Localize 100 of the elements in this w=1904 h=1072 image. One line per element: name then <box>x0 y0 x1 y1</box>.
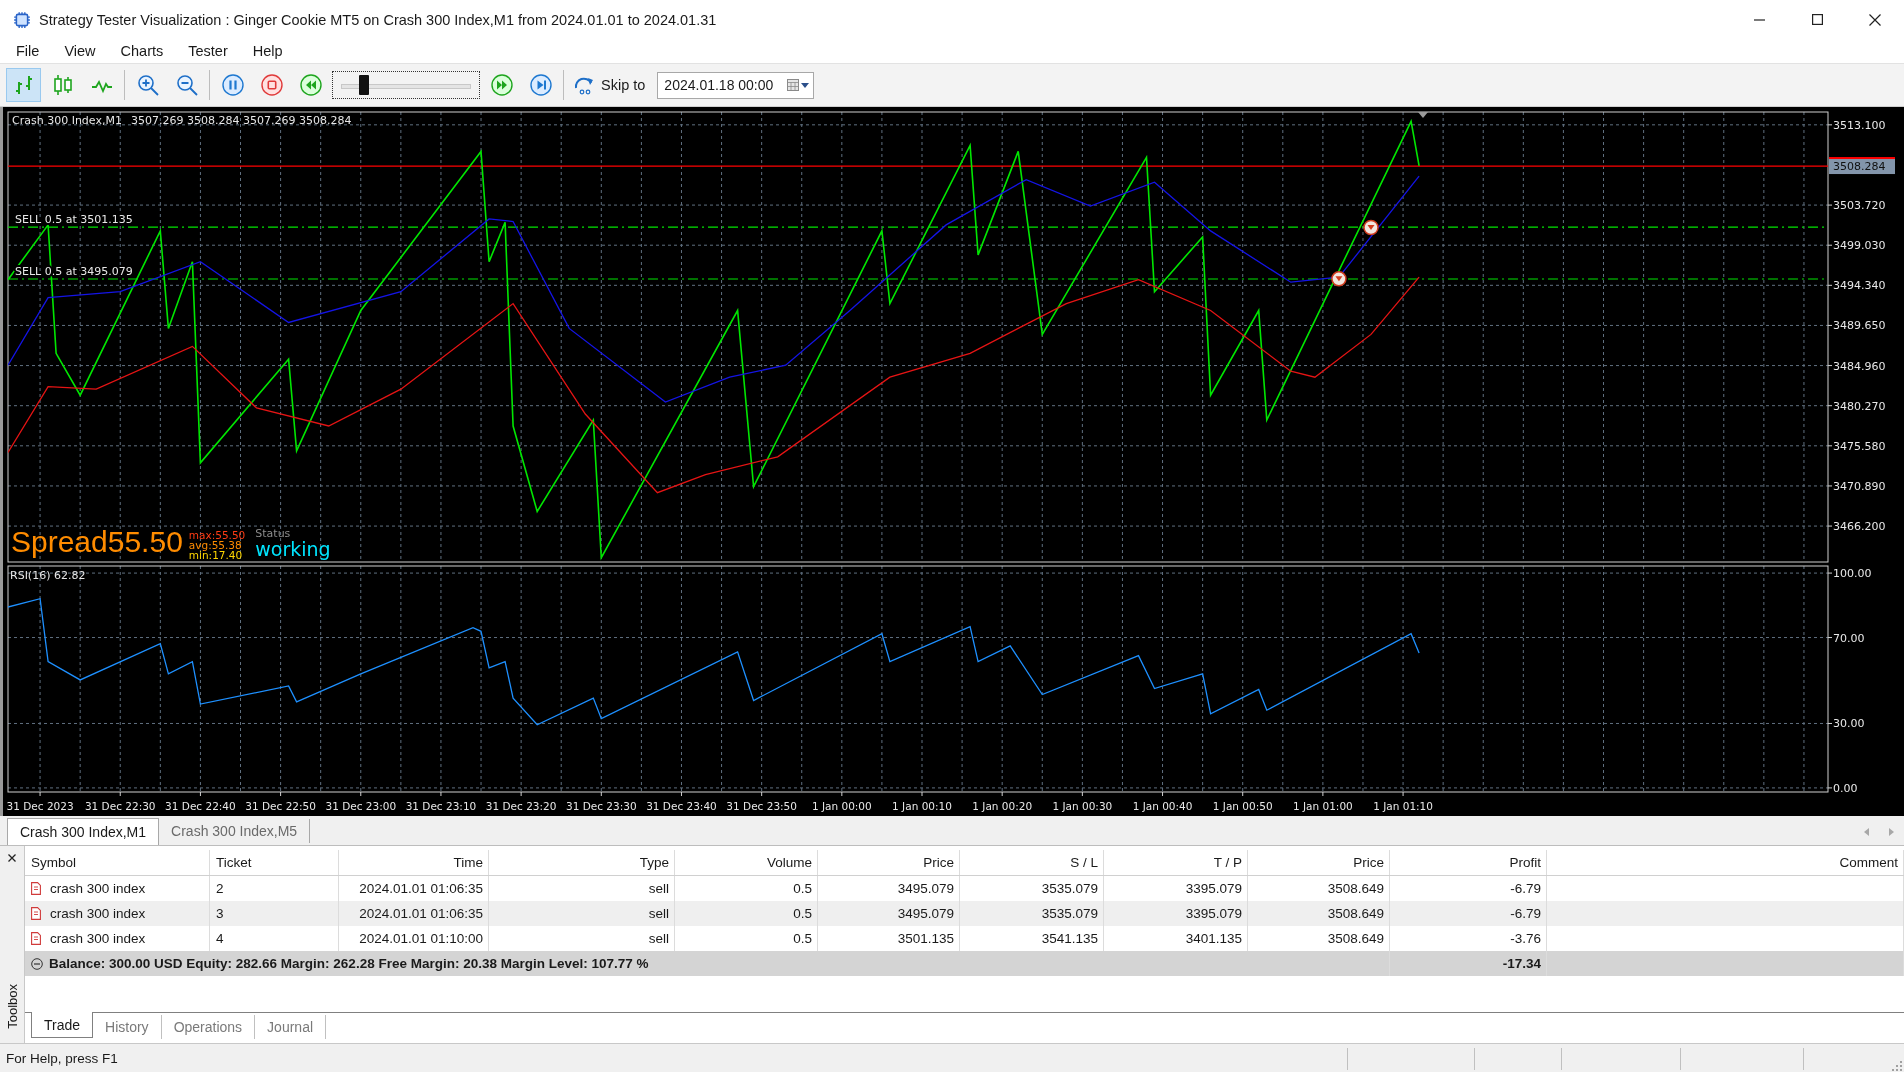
column-header[interactable]: Time <box>453 855 483 870</box>
table-cell: 2024.01.01 01:06:35 <box>359 906 483 921</box>
calendar-icon <box>787 79 800 91</box>
slider-thumb[interactable] <box>359 75 370 95</box>
total-profit: -17.34 <box>1502 956 1541 971</box>
collapse-icon[interactable] <box>31 957 43 970</box>
spread-stat: min:17.40 <box>188 550 244 560</box>
column-header[interactable]: Profit <box>1509 855 1541 870</box>
pause-icon <box>221 74 244 96</box>
zoom-in-icon <box>136 74 159 96</box>
stop-icon <box>260 74 283 96</box>
table-cell: 3541.135 <box>1041 931 1098 946</box>
price-axis-label: 3480.270 <box>1833 399 1886 413</box>
chip-icon <box>13 10 31 29</box>
ohlc-values: 3507.269 3508.284 3507.269 3508.284 <box>131 114 352 127</box>
table-cell: 3535.079 <box>1041 881 1098 896</box>
caret-icon <box>801 82 810 88</box>
scroll-right-icon[interactable] <box>1889 828 1894 836</box>
triangle-marker-icon <box>1418 112 1428 118</box>
ref-line-label: 3508.284 <box>1833 160 1886 174</box>
table-cell: 3501.135 <box>897 931 954 946</box>
date-field[interactable]: 2024.01.18 00:00 <box>657 71 815 99</box>
chart-tab[interactable]: Crash 300 Index,M1 <box>7 818 160 845</box>
table-cell: 0.5 <box>793 881 812 896</box>
close-icon <box>8 854 16 862</box>
chart-type-button[interactable] <box>6 68 41 102</box>
table-cell: sell <box>648 906 669 921</box>
close-icon <box>1869 13 1881 26</box>
menu-item[interactable]: Tester <box>182 41 234 61</box>
table-cell: 4 <box>216 931 224 946</box>
maximize-icon <box>1811 14 1823 25</box>
fast-forward-icon <box>490 74 513 96</box>
panel-tab[interactable]: Journal <box>255 1015 327 1039</box>
candlestick-icon <box>51 74 74 96</box>
table-cell: 3495.079 <box>897 906 954 921</box>
status-text: For Help, press F1 <box>5 1051 118 1066</box>
price-axis-label: 3470.890 <box>1833 479 1886 493</box>
rewind-icon <box>299 74 322 96</box>
table-cell: 3508.649 <box>1327 931 1384 946</box>
chart-tab[interactable]: Crash 300 Index,M5 <box>159 819 311 843</box>
column-header[interactable]: Price <box>1353 855 1384 870</box>
column-header[interactable]: Volume <box>766 855 812 870</box>
table-cell: -6.79 <box>1510 881 1541 896</box>
speed-slider[interactable] <box>332 71 480 99</box>
status-value: working <box>255 539 331 559</box>
price-axis-label: 3489.650 <box>1833 319 1886 333</box>
panel-tab[interactable]: Operations <box>161 1015 256 1039</box>
column-header[interactable]: Type <box>639 855 669 870</box>
order-icon <box>31 882 41 895</box>
column-header[interactable]: Comment <box>1839 855 1898 870</box>
order-label: SELL 0.5 at 3501.135 <box>15 213 133 227</box>
account-summary: Balance: 300.00 USD Equity: 282.66 Margin: 262.28 Free Margin: 20.38 Margin Level: 107.77 % <box>49 956 649 971</box>
price-axis-label: 3499.030 <box>1833 239 1886 253</box>
table-cell: -3.76 <box>1510 931 1541 946</box>
column-header[interactable]: S / L <box>1070 855 1098 870</box>
panel-tab[interactable]: History <box>93 1015 162 1039</box>
table-cell: 3 <box>216 906 224 921</box>
price-axis-label: 3494.340 <box>1833 279 1886 293</box>
spread-stat: avg:55.38 <box>188 540 243 550</box>
panel-title: Toolbox <box>4 984 20 1029</box>
skip-to-button[interactable]: Skip to <box>569 69 650 101</box>
table-cell: sell <box>648 931 669 946</box>
minimize-icon <box>1753 18 1765 21</box>
window-title: Strategy Tester Visualization : Ginger Cookie MT5 on Crash 300 Index,M1 from 2024.01.01 to 2024.01.31 <box>39 11 717 28</box>
column-header[interactable]: Symbol <box>31 855 76 870</box>
table-cell: 3401.135 <box>1185 931 1242 946</box>
price-axis-label: 3503.720 <box>1833 199 1886 213</box>
scroll-left-icon[interactable] <box>1864 828 1869 836</box>
resize-grip-icon[interactable] <box>1892 1061 1902 1071</box>
menu-item[interactable]: Help <box>246 41 289 61</box>
column-header[interactable]: Price <box>923 855 954 870</box>
menu-item[interactable]: File <box>10 41 46 61</box>
table-cell: crash 300 index <box>50 881 146 896</box>
table-cell: 2 <box>216 881 224 896</box>
price-axis-label: 3466.200 <box>1833 520 1886 534</box>
table-cell: 0.5 <box>793 906 812 921</box>
spread-stat: max:55.50 <box>188 530 246 540</box>
status-label: Status <box>255 528 292 539</box>
table-cell: crash 300 index <box>50 931 146 946</box>
panel-tab[interactable]: Trade <box>31 1012 94 1038</box>
table-cell: 3495.079 <box>897 881 954 896</box>
menu-item[interactable]: View <box>58 41 102 61</box>
table-cell: -6.79 <box>1510 906 1541 921</box>
chart-symbol-label: Crash 300 Index,M1 <box>12 114 122 127</box>
zoom-out-icon <box>175 74 198 96</box>
order-icon <box>31 907 41 920</box>
table-cell: 3395.079 <box>1185 881 1242 896</box>
spread-value: Spread55.50 <box>11 525 183 559</box>
price-axis-label: 3484.960 <box>1833 359 1886 373</box>
price-axis-label: 3513.100 <box>1833 118 1886 132</box>
price-axis-label: 3475.580 <box>1833 439 1886 453</box>
table-cell: 2024.01.01 01:10:00 <box>359 931 483 946</box>
column-header[interactable]: T / P <box>1213 855 1242 870</box>
skip-to-end-icon <box>529 74 552 96</box>
table-cell: 3395.079 <box>1185 906 1242 921</box>
menu-item[interactable]: Charts <box>114 41 170 61</box>
column-header[interactable]: Ticket <box>216 855 252 870</box>
table-cell: 3508.649 <box>1327 881 1384 896</box>
table-cell: 3508.649 <box>1327 906 1384 921</box>
current-price-label: 3508.284 <box>1829 157 1895 175</box>
